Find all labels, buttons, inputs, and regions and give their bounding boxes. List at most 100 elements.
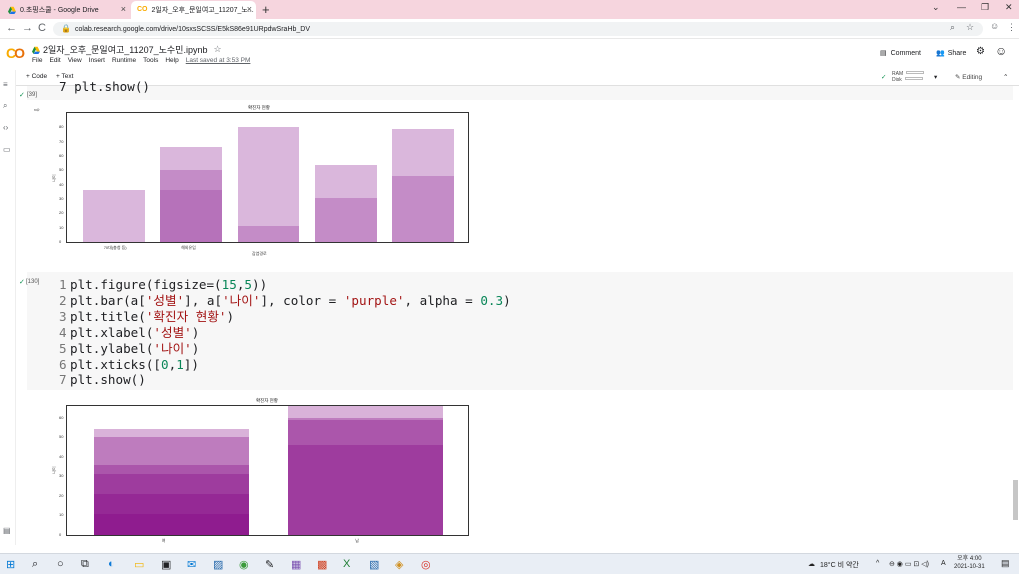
minimize-button[interactable]: — xyxy=(957,2,966,12)
task-view-icon[interactable]: ⧉ xyxy=(81,558,89,571)
code-line: 6 plt.xticks([0,1]) xyxy=(59,357,511,373)
tab-google-drive[interactable]: 0.초핑스쿨 - Google Drive × xyxy=(2,1,130,19)
y-tick-label: 50 xyxy=(59,167,64,173)
cell-2-code[interactable]: 1 plt.figure(figsize=(15,5)) 2 plt.bar(a['성… xyxy=(59,277,511,388)
run-success-check-icon: ✓ xyxy=(19,279,25,286)
close-tab-icon[interactable]: × xyxy=(247,4,252,14)
y-tick-label: 70 xyxy=(59,138,64,144)
find-icon[interactable]: ⌕ xyxy=(3,101,7,111)
weather-icon[interactable]: ☁ xyxy=(808,560,815,568)
bookmark-star-icon[interactable]: ☆ xyxy=(966,22,974,33)
files-folder-icon[interactable]: ▭ xyxy=(3,145,11,154)
edge-browser-icon[interactable]: ◐ xyxy=(108,558,115,570)
windows-start-icon[interactable]: ⊞ xyxy=(6,558,15,571)
menu-runtime[interactable]: Runtime xyxy=(112,57,136,64)
line-number: 6 xyxy=(59,356,67,372)
share-label: Share xyxy=(947,49,967,57)
photos-icon[interactable]: ▨ xyxy=(213,558,223,571)
browser-menu-icon[interactable]: ⋮ xyxy=(1007,22,1016,33)
tray-expand-icon[interactable]: ^ xyxy=(876,560,879,567)
search-icon[interactable]: ⌕ xyxy=(32,558,38,571)
cortana-circle-icon[interactable]: ○ xyxy=(57,558,64,570)
forward-icon[interactable]: → xyxy=(22,22,33,34)
y-tick-label: 40 xyxy=(59,181,64,187)
y-tick-label: 20 xyxy=(59,210,64,216)
notebook-title[interactable]: 2일자_오후_문일여고_11207_노수민.ipynb xyxy=(43,43,207,56)
code-token: plt.title( xyxy=(70,308,146,324)
resources-dropdown-icon[interactable]: ▾ xyxy=(934,73,937,81)
tab-search-icon[interactable]: ⌄ xyxy=(932,2,940,13)
menu-tools[interactable]: Tools xyxy=(143,57,158,64)
cell-1-code: 7 plt.show() xyxy=(59,79,150,95)
app-icon[interactable]: ◈ xyxy=(395,558,403,571)
file-explorer-icon[interactable]: ▭ xyxy=(134,558,144,571)
menu-view[interactable]: View xyxy=(68,57,82,64)
tray-icons[interactable]: ⊖ ◉ ▭ ⊡ ◁) xyxy=(889,560,929,568)
page-scrollbar[interactable] xyxy=(1013,480,1018,520)
colab-logo[interactable]: CO xyxy=(6,45,25,61)
settings-gear-icon[interactable]: ⚙ xyxy=(976,46,985,57)
code-token: plt.xlabel( xyxy=(70,324,154,340)
excel-icon[interactable]: X xyxy=(343,558,350,570)
collapse-header-icon[interactable]: ⌃ xyxy=(1003,73,1008,81)
back-icon[interactable]: ← xyxy=(6,22,17,34)
lock-icon: 🔒 xyxy=(61,24,71,33)
code-snippets-icon[interactable]: ‹› xyxy=(3,123,8,132)
app-icon[interactable]: ▦ xyxy=(291,558,301,571)
chart-1-ylabel: 나이 xyxy=(51,174,57,182)
tab-colab[interactable]: CO 2일자_오후_문일여고_11207_노... × xyxy=(131,1,256,19)
bar xyxy=(392,128,455,242)
menu-edit[interactable]: Edit xyxy=(49,57,60,64)
close-tab-icon[interactable]: × xyxy=(121,4,126,14)
x-tick-label: 70대(충청 등) xyxy=(103,245,127,250)
y-tick-label: 10 xyxy=(59,224,64,230)
account-avatar-icon[interactable]: ☺ xyxy=(995,44,1007,58)
y-tick-label: 40 xyxy=(59,453,64,459)
restore-button[interactable]: ❐ xyxy=(981,2,989,13)
clock-time: 오후 4:00 xyxy=(957,556,982,562)
share-button[interactable]: 👥 Share xyxy=(936,49,967,58)
menu-insert[interactable]: Insert xyxy=(89,57,105,64)
output-actions-icon[interactable]: ⇨ xyxy=(34,106,40,114)
app-icon[interactable]: ▧ xyxy=(369,558,379,571)
close-window-button[interactable]: ✕ xyxy=(1005,2,1013,13)
run-success-check-icon: ✓ xyxy=(19,92,25,99)
mail-icon[interactable]: ✉ xyxy=(187,558,196,571)
menu-file[interactable]: File xyxy=(32,57,42,64)
chrome-icon[interactable]: ◎ xyxy=(421,558,431,571)
app-icon[interactable]: ◉ xyxy=(239,558,249,571)
add-code-button[interactable]: + Code xyxy=(26,73,47,80)
system-clock[interactable]: 오후 4:00 2021-10-31 xyxy=(954,555,985,571)
execution-count: [130] xyxy=(26,279,40,285)
paint-icon[interactable]: ✎ xyxy=(265,558,274,571)
terminal-icon[interactable]: ▤ xyxy=(3,526,11,535)
resources-indicator[interactable]: RAM Disk xyxy=(892,71,925,83)
code-token: plt.figure(figsize=( xyxy=(70,277,222,292)
y-tick-label: 0 xyxy=(59,239,62,244)
editing-mode-button[interactable]: ✎ Editing xyxy=(955,73,982,81)
search-icon[interactable]: ⌕ xyxy=(950,22,955,33)
line-number: 5 xyxy=(59,340,67,356)
notifications-icon[interactable]: ▤ xyxy=(1001,558,1010,569)
address-bar-row: ← → C 🔒 colab.research.google.com/drive/… xyxy=(0,19,1019,39)
last-saved-link[interactable]: Last saved at 3:53 PM xyxy=(186,57,251,64)
comment-button[interactable]: ▤ Comment xyxy=(880,49,921,58)
app-icon[interactable]: ▩ xyxy=(317,558,327,571)
reload-icon[interactable]: C xyxy=(38,22,46,34)
y-tick-label: 10 xyxy=(59,512,64,518)
store-icon[interactable]: ▣ xyxy=(161,558,171,571)
star-icon[interactable]: ☆ xyxy=(213,44,221,55)
profile-avatar-icon[interactable]: ☺ xyxy=(990,21,999,31)
url-field[interactable]: 🔒 colab.research.google.com/drive/10sxsS… xyxy=(53,22,983,36)
code-token: , alpha = xyxy=(404,292,481,308)
code-token: ], a[ xyxy=(184,292,223,308)
table-of-contents-icon[interactable]: ≡ xyxy=(3,80,8,89)
menu-help[interactable]: Help xyxy=(165,57,178,64)
code-token: 'purple' xyxy=(343,292,405,308)
new-tab-button[interactable]: + xyxy=(262,2,270,17)
weather-text[interactable]: 18°C 비 약간 xyxy=(820,560,859,570)
code-cell-1[interactable] xyxy=(27,86,1013,100)
notebook-toolbar: + Code + Text ✓ RAM Disk ▾ ✎ Editing ⌃ xyxy=(0,70,1019,86)
code-line: 3 plt.title('확진자 현황') xyxy=(59,309,511,325)
ime-indicator[interactable]: A xyxy=(941,560,946,567)
